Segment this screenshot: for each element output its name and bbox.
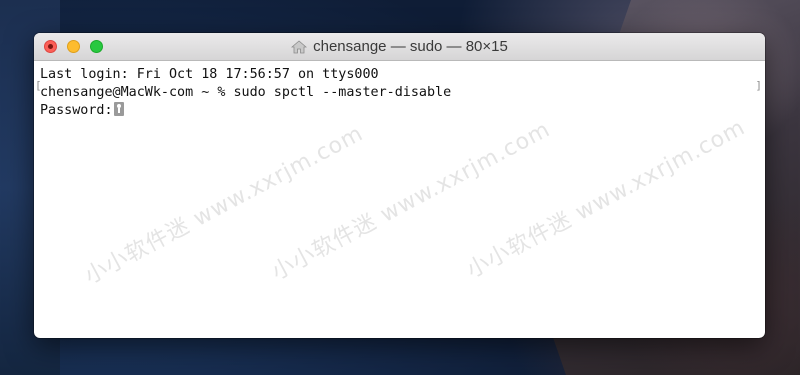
password-prompt: Password: — [40, 103, 113, 118]
key-icon — [113, 102, 124, 116]
title-bar[interactable]: chensange — sudo — 80×15 — [34, 33, 765, 61]
home-folder-icon — [291, 39, 308, 54]
terminal-line-password: Password: — [40, 102, 759, 120]
window-title-text: chensange — sudo — 80×15 — [313, 38, 508, 55]
marked-line-right-bracket: ] — [755, 79, 762, 92]
marked-line-left-bracket: [ — [35, 79, 42, 92]
terminal-window[interactable]: chensange — sudo — 80×15 Last login: Fri… — [34, 33, 765, 338]
terminal-line-last-login: Last login: Fri Oct 18 17:56:57 on ttys0… — [40, 67, 379, 82]
terminal-line-command: chensange@MacWk-com ~ % sudo spctl --mas… — [40, 85, 452, 100]
terminal-content[interactable]: Last login: Fri Oct 18 17:56:57 on ttys0… — [34, 61, 765, 120]
window-title: chensange — sudo — 80×15 — [34, 33, 765, 60]
